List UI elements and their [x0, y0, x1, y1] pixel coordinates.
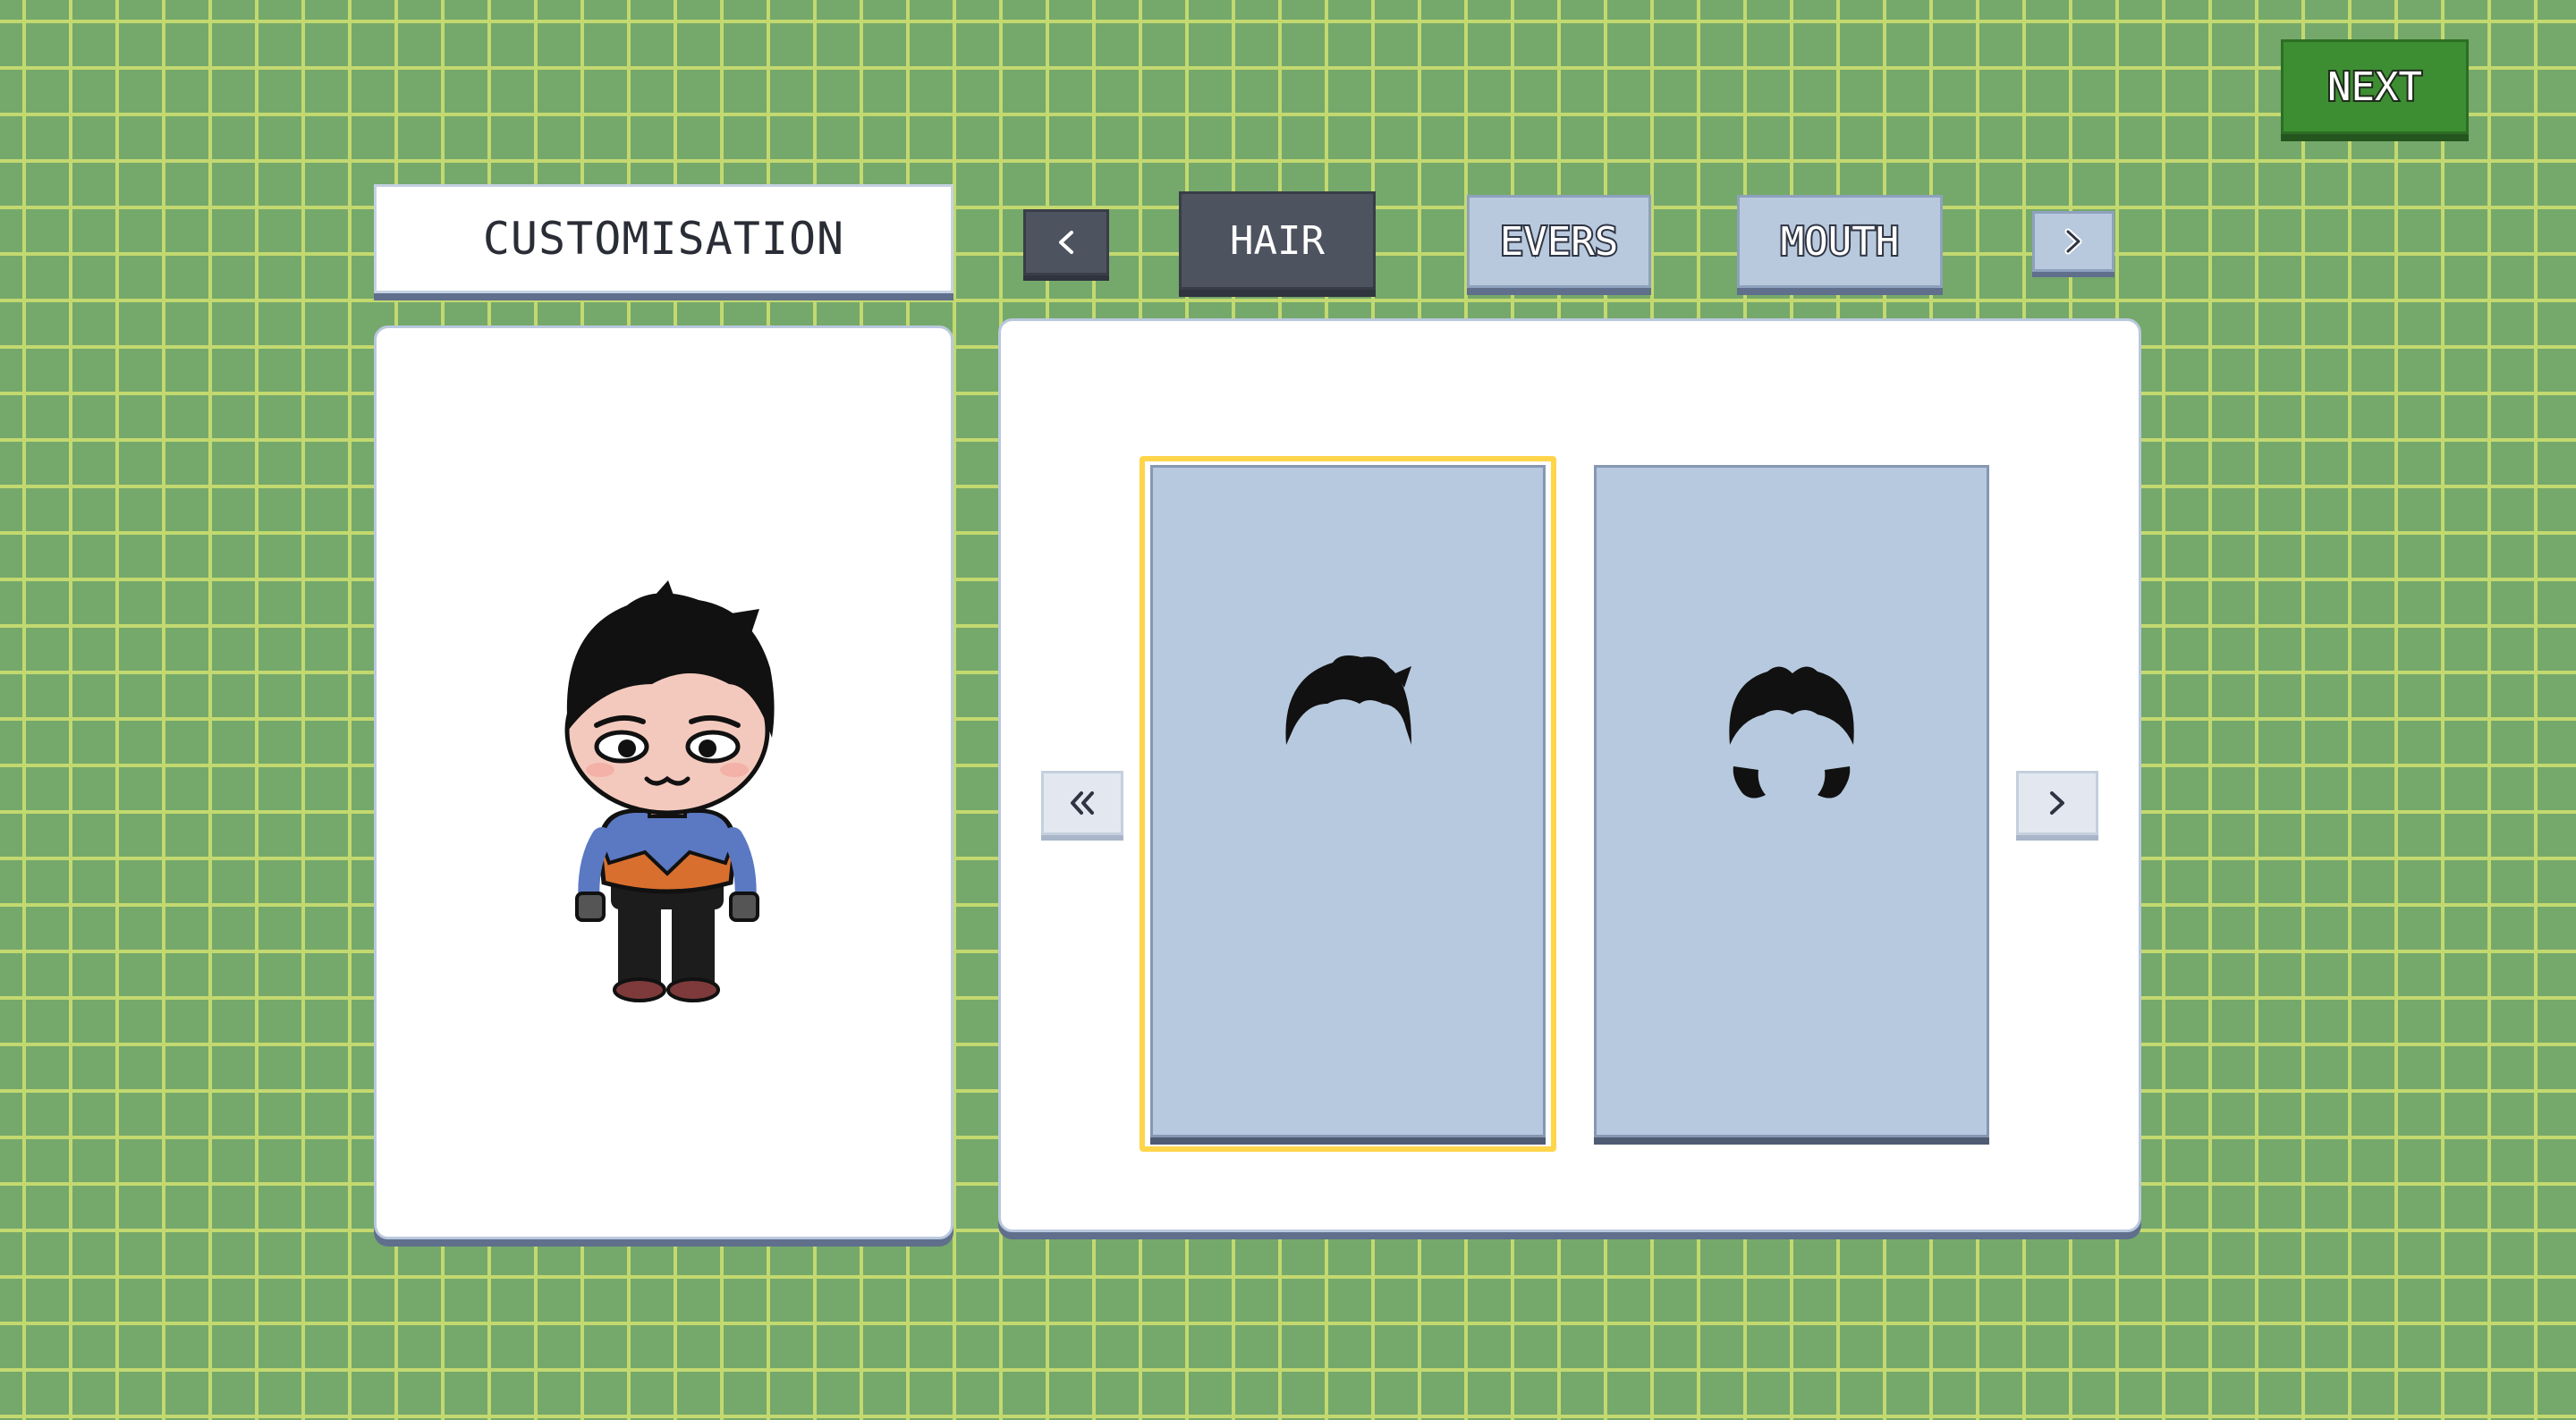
chevron-right-icon — [2064, 228, 2082, 255]
tab-next-button[interactable] — [2032, 211, 2114, 272]
double-chevron-left-icon — [1071, 791, 1094, 815]
next-button-label: NEXT — [2326, 63, 2424, 112]
options-next-button[interactable] — [2016, 771, 2098, 835]
page-title-box: CUSTOMISATION — [374, 184, 953, 293]
tab-mouth-label: MOUTH — [1779, 217, 1901, 266]
character-avatar — [564, 580, 775, 1002]
hair-option-1[interactable] — [1150, 465, 1546, 1137]
tab-mouth[interactable]: MOUTH — [1737, 195, 1943, 288]
hair-option-2[interactable] — [1594, 465, 1989, 1137]
tab-hair-label: HAIR — [1230, 217, 1325, 264]
tab-prev-button[interactable] — [1023, 209, 1109, 275]
tab-hair[interactable]: HAIR — [1179, 191, 1376, 290]
chevron-right-icon — [2050, 791, 2064, 815]
tab-eyes[interactable]: EVERS — [1467, 195, 1651, 288]
page-title: CUSTOMISATION — [482, 213, 845, 265]
options-prev-button[interactable] — [1041, 771, 1123, 835]
chevron-left-icon — [1059, 231, 1073, 254]
spiky-hair-icon — [1729, 666, 1854, 799]
character-preview-panel — [374, 325, 953, 1239]
next-button[interactable]: NEXT — [2281, 39, 2469, 134]
tab-eyes-label: EVERS — [1498, 217, 1620, 266]
short-hair-icon — [1285, 655, 1411, 745]
